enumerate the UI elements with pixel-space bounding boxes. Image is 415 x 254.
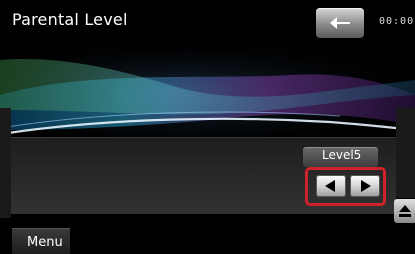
back-arrow-icon <box>330 17 350 29</box>
eject-icon <box>399 205 411 217</box>
level-increase-button[interactable] <box>350 175 380 197</box>
footer-bar <box>70 228 415 254</box>
back-button[interactable] <box>316 8 364 38</box>
triangle-right-icon <box>361 180 371 192</box>
screen: Parental Level 00:00 Level5 Menu <box>0 0 415 254</box>
level-decrease-button[interactable] <box>316 175 346 197</box>
menu-button-label: Menu <box>27 235 63 250</box>
triangle-left-icon <box>325 180 335 192</box>
eject-button[interactable] <box>394 199 415 223</box>
background-swoosh <box>0 40 415 218</box>
parental-level-value: Level5 <box>322 148 362 162</box>
page-title: Parental Level <box>12 10 128 29</box>
clock-display: 00:00 <box>379 16 415 27</box>
